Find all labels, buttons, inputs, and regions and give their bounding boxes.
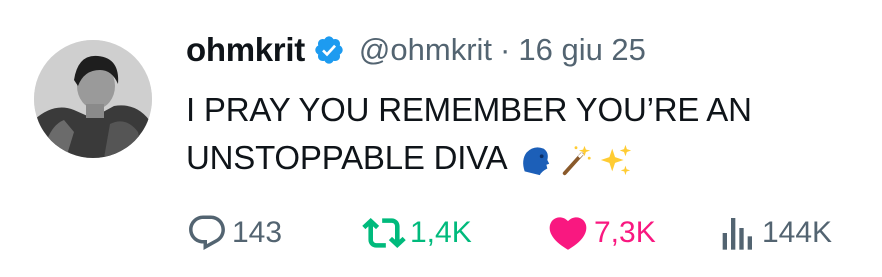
tweet-text-line-2: UNSTOPPABLE DIVA (186, 134, 866, 182)
like-count: 7,3K (594, 216, 656, 249)
like-icon (549, 217, 587, 250)
views-button[interactable]: 144K (718, 210, 832, 256)
magic-wand-emoji (559, 143, 593, 177)
views-count: 144K (762, 216, 833, 249)
like-button[interactable]: 7,3K (546, 210, 656, 256)
speaking-head-emoji (519, 143, 553, 177)
verified-badge-icon (313, 34, 345, 66)
tweet-text-line-2-text: UNSTOPPABLE DIVA (186, 139, 508, 176)
retweet-count: 1,4K (410, 216, 472, 249)
reply-count: 143 (232, 216, 283, 249)
tweet-header: ohmkrit @ohmkrit · 16 giu 25 (186, 28, 646, 72)
reply-button[interactable]: 143 (186, 210, 282, 256)
author-handle[interactable]: @ohmkrit (359, 32, 492, 68)
tweet-actions: 143 1,4K 7,3K 144K (186, 210, 846, 256)
tweet-date[interactable]: 16 giu 25 (518, 32, 646, 68)
author-name[interactable]: ohmkrit (186, 31, 305, 69)
reply-icon (189, 215, 225, 250)
retweet-button[interactable]: 1,4K (362, 210, 472, 256)
avatar[interactable] (34, 40, 152, 158)
views-icon (722, 218, 752, 250)
tweet-text-line-1: I PRAY YOU REMEMBER YOU’RE AN (186, 91, 752, 128)
tweet-text: I PRAY YOU REMEMBER YOU’RE AN UNSTOPPABL… (186, 86, 866, 182)
retweet-icon (362, 217, 406, 249)
separator-dot: · (500, 32, 511, 67)
sparkles-emoji (599, 143, 633, 177)
